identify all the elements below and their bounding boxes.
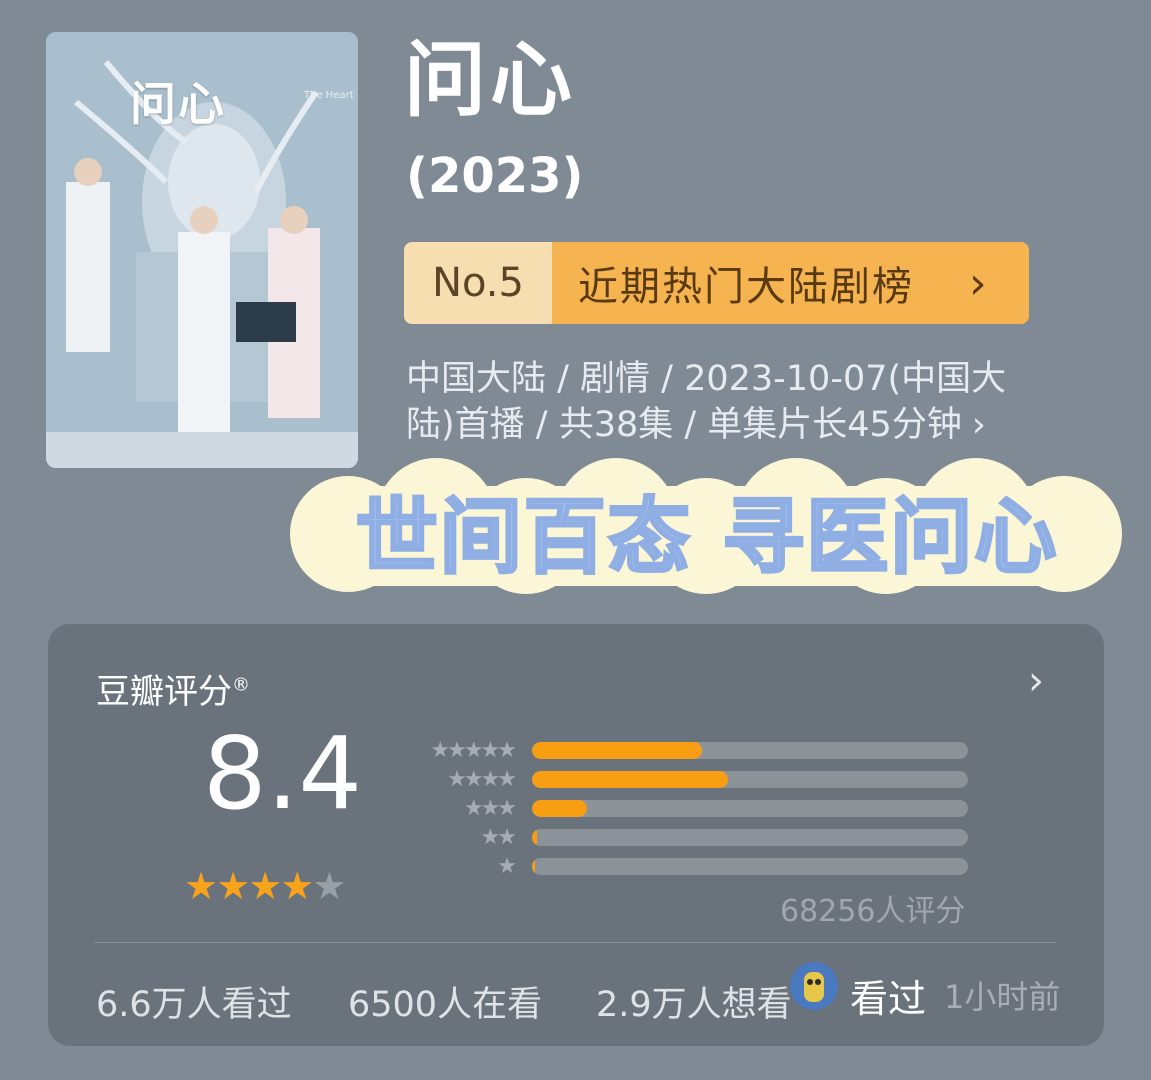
distribution-stars: ★★★ <box>463 795 517 821</box>
meta-line-2: 陆)首播 / 共38集 / 单集片长45分钟 › <box>406 402 1078 448</box>
star-icon: ★ <box>184 864 218 908</box>
rating-title-text: 豆瓣评分 <box>96 672 232 712</box>
stat-want[interactable]: 2.9万人想看 <box>596 976 792 1027</box>
distribution-bar <box>532 771 729 788</box>
raters-count: 68256人评分 <box>780 894 966 929</box>
distribution-bar <box>532 800 587 817</box>
rating-card: 豆瓣评分® › 8.4 ★★★★★ ★★★★★ ★★★★ ★★★ ★★ ★ 68256人… <box>48 624 1104 1046</box>
distribution-stars: ★★★★★ <box>430 737 517 763</box>
user-status: 看过 <box>850 977 927 1021</box>
show-title: 问心 <box>404 33 577 128</box>
user-status-time: 1小时前 <box>944 978 1061 1016</box>
distribution-stars: ★★ <box>480 824 517 850</box>
distribution-track <box>532 829 968 846</box>
ranking-banner[interactable]: No.5 近期热门大陆剧榜 › <box>404 242 1029 324</box>
distribution-stars: ★ <box>497 853 517 879</box>
slogan-sticker: 世间百态 寻医问心 <box>286 456 1128 602</box>
rating-distribution-row: ★★★★★ <box>402 737 968 763</box>
show-year: (2023) <box>406 148 584 204</box>
ranking-number: No.5 <box>404 242 552 324</box>
distribution-track <box>532 800 968 817</box>
star-icon: ★ <box>248 864 282 908</box>
meta-line-1: 中国大陆 / 剧情 / 2023-10-07(中国大 <box>406 359 1007 399</box>
chevron-right-icon: › <box>969 242 1029 324</box>
show-meta[interactable]: 中国大陆 / 剧情 / 2023-10-07(中国大 陆)首播 / 共38集 /… <box>406 356 1078 448</box>
chevron-right-icon[interactable]: › <box>1028 658 1044 704</box>
distribution-track <box>532 858 968 875</box>
distribution-bar <box>532 858 536 875</box>
rating-title[interactable]: 豆瓣评分® <box>96 664 250 713</box>
avatar-icon <box>790 962 838 1010</box>
distribution-stars: ★★★★ <box>447 766 517 792</box>
star-icon: ★ <box>280 864 314 908</box>
avatar[interactable] <box>790 962 838 1010</box>
divider <box>94 942 1056 943</box>
star-empty-icon: ★ <box>312 864 346 908</box>
distribution-bar <box>532 829 538 846</box>
distribution-track <box>532 742 968 759</box>
distribution-bar <box>532 742 703 759</box>
slogan-text: 世间百态 寻医问心 <box>354 488 1059 586</box>
star-icon: ★ <box>216 864 250 908</box>
rating-distribution-row: ★★ <box>402 824 968 850</box>
chevron-right-icon: › <box>971 405 986 445</box>
ranking-label: 近期热门大陆剧榜 <box>552 242 969 324</box>
meta-line-2-text: 陆)首播 / 共38集 / 单集片长45分钟 <box>406 405 962 445</box>
distribution-track <box>532 771 968 788</box>
registered-mark: ® <box>232 674 250 696</box>
rating-score: 8.4 <box>203 715 363 832</box>
poster-subtitle: The Heart <box>304 90 354 101</box>
poster-title: 问心 <box>130 77 226 131</box>
rating-distribution-row: ★★★★ <box>402 766 968 792</box>
rating-distribution-row: ★★★ <box>402 795 968 821</box>
rating-stars: ★★★★★ <box>184 864 346 908</box>
rating-distribution-row: ★ <box>402 853 968 879</box>
poster[interactable]: 问心 The Heart <box>46 32 358 468</box>
stat-watched[interactable]: 6.6万人看过 <box>96 976 292 1027</box>
stat-watching[interactable]: 6500人在看 <box>348 976 542 1027</box>
